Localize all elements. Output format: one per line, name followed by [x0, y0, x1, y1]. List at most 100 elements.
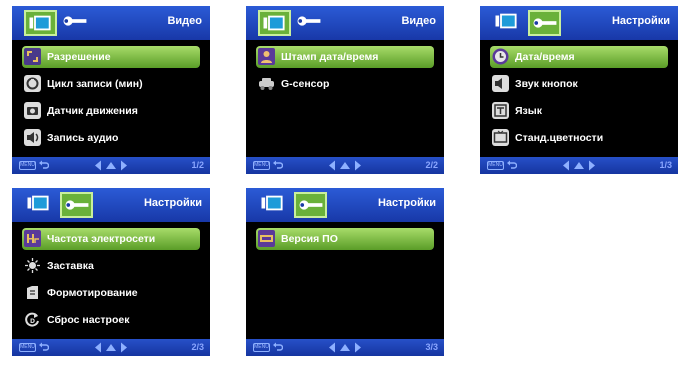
menu-item-loop-record[interactable]: Цикл записи (мин) [22, 73, 200, 95]
tab-video[interactable] [492, 10, 525, 36]
camera-icon [27, 195, 49, 211]
tab-settings[interactable] [528, 10, 561, 36]
menu-item-label: Запись аудио [47, 132, 119, 144]
svg-text:D: D [30, 318, 35, 325]
wrench-icon [65, 200, 89, 210]
menu-item-label: Штамп дата/время [281, 51, 379, 63]
menu-item-audio-record[interactable]: Запись аудио [22, 127, 200, 149]
page-indicator: 3/3 [425, 342, 438, 352]
back-icon[interactable] [39, 342, 49, 353]
tab-settings[interactable] [294, 10, 327, 36]
wrench-icon [63, 16, 87, 26]
navigation-arrows-icon [95, 342, 127, 353]
header-bar: Настройки [480, 6, 678, 40]
menu-item-label: Язык [515, 105, 542, 117]
page-indicator: 1/2 [191, 160, 204, 170]
menu-item-g-sensor[interactable]: G-сенсор [256, 73, 434, 95]
frequency-icon [24, 230, 41, 247]
resolution-icon [24, 48, 41, 65]
menu-item-reset-settings[interactable]: D Сброс настроек [22, 309, 200, 331]
menu-item-label: Частота электросети [47, 233, 156, 245]
clock-icon [492, 48, 509, 65]
menu-item-label: Заставка [47, 260, 94, 272]
menu-item-format[interactable]: Формотирование [22, 282, 200, 304]
menu-item-label: Звук кнопок [515, 78, 578, 90]
menu-button[interactable]: MENU [253, 161, 270, 170]
back-icon[interactable] [273, 342, 283, 353]
menu-item-power-frequency[interactable]: Частота электросети [22, 228, 200, 250]
header-title: Настройки [377, 197, 436, 209]
tab-video[interactable] [24, 10, 57, 36]
navigation-arrows-icon [563, 160, 595, 171]
tab-settings[interactable] [294, 192, 327, 218]
tab-settings[interactable] [60, 192, 93, 218]
header-bar: Видео [246, 6, 444, 40]
header-title: Настройки [143, 197, 202, 209]
speaker-icon [492, 75, 509, 92]
footer-bar: MENU 1/3 [480, 157, 678, 174]
menu-item-firmware-version[interactable]: Версия ПО [256, 228, 434, 250]
header-title: Видео [167, 15, 202, 27]
back-icon[interactable] [507, 160, 517, 171]
header-bar: Видео [12, 6, 210, 40]
tab-video[interactable] [24, 192, 57, 218]
menu-item-label: Дата/время [515, 51, 575, 63]
footer-bar: MENU 2/3 [12, 339, 210, 356]
video-menu-screen-2: Видео Штамп дата/время G-сенсор MENU 2/2 [246, 6, 444, 174]
navigation-arrows-icon [329, 160, 361, 171]
footer-bar: MENU 2/2 [246, 157, 444, 174]
loop-record-icon [24, 75, 41, 92]
settings-menu-screen-2: Настройки Частота электросети Заставка Ф… [12, 188, 210, 356]
back-icon[interactable] [39, 160, 49, 171]
navigation-arrows-icon [95, 160, 127, 171]
date-stamp-icon [258, 48, 275, 65]
page-indicator: 2/2 [425, 160, 438, 170]
camera-icon [29, 15, 51, 31]
g-sensor-icon [259, 78, 274, 90]
settings-menu-screen-1: Настройки Дата/время Звук кнопок Язык Ст… [480, 6, 678, 174]
menu-item-label: Формотирование [47, 287, 138, 299]
footer-bar: MENU 3/3 [246, 339, 444, 356]
menu-item-label: Цикл записи (мин) [47, 78, 143, 90]
menu-item-screensaver[interactable]: Заставка [22, 255, 200, 277]
header-bar: Настройки [246, 188, 444, 222]
video-menu-screen-1: Видео Разрешение Цикл записи (мин) Датчи… [12, 6, 210, 174]
header-title: Настройки [611, 15, 670, 27]
navigation-arrows-icon [329, 342, 361, 353]
format-icon [27, 286, 38, 299]
menu-button[interactable]: MENU [253, 343, 270, 352]
audio-record-icon [24, 129, 41, 146]
menu-item-date-stamp[interactable]: Штамп дата/время [256, 46, 434, 68]
page-indicator: 1/3 [659, 160, 672, 170]
tv-standard-icon [492, 129, 509, 146]
menu-item-resolution[interactable]: Разрешение [22, 46, 200, 68]
camera-icon [261, 195, 283, 211]
header-title: Видео [401, 15, 436, 27]
tab-settings[interactable] [60, 10, 93, 36]
firmware-version-icon [258, 230, 275, 247]
menu-item-date-time[interactable]: Дата/время [490, 46, 668, 68]
back-icon[interactable] [273, 160, 283, 171]
tab-video[interactable] [258, 192, 291, 218]
screensaver-icon [25, 258, 40, 273]
menu-item-tv-standard[interactable]: Станд.цветности [490, 127, 668, 149]
menu-item-language[interactable]: Язык [490, 100, 668, 122]
tab-video[interactable] [258, 10, 291, 36]
menu-item-label: Сброс настроек [47, 314, 130, 326]
language-icon [492, 102, 509, 119]
menu-item-label: Версия ПО [281, 233, 338, 245]
menu-button[interactable]: MENU [487, 161, 504, 170]
reset-icon: D [25, 312, 39, 327]
header-bar: Настройки [12, 188, 210, 222]
camera-icon [495, 13, 517, 29]
menu-item-label: Датчик движения [47, 105, 138, 117]
page-indicator: 2/3 [191, 342, 204, 352]
menu-button[interactable]: MENU [19, 161, 36, 170]
menu-item-label: G-сенсор [281, 78, 330, 90]
settings-menu-screen-3: Настройки Версия ПО MENU 3/3 [246, 188, 444, 356]
footer-bar: MENU 1/2 [12, 157, 210, 174]
menu-button[interactable]: MENU [19, 343, 36, 352]
menu-item-motion-sensor[interactable]: Датчик движения [22, 100, 200, 122]
menu-item-button-sound[interactable]: Звук кнопок [490, 73, 668, 95]
menu-item-label: Разрешение [47, 51, 111, 63]
